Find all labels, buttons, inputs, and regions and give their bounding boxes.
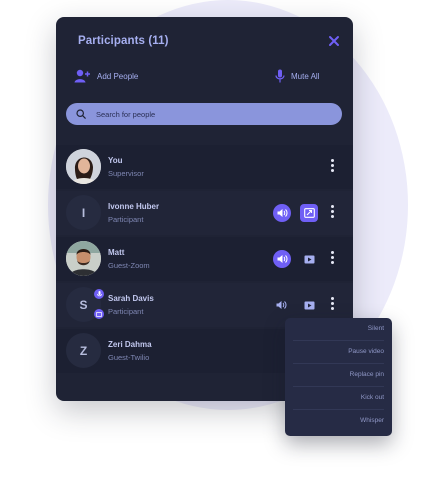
participant-role: Participant	[108, 215, 144, 224]
volume-icon	[277, 209, 287, 217]
screen-share-icon	[96, 311, 102, 317]
participant-role: Supervisor	[108, 169, 144, 178]
microphone-icon	[275, 69, 285, 83]
menu-item-replace-pin[interactable]: Replace pin	[293, 364, 384, 387]
volume-icon	[277, 255, 287, 263]
search-input[interactable]	[94, 108, 318, 120]
microphone-badge	[94, 289, 104, 299]
more-options-icon[interactable]	[328, 157, 336, 175]
participant-name: Ivonne Huber	[108, 202, 160, 211]
participant-context-menu: Silent Pause video Replace pin Kick out …	[285, 318, 392, 436]
volume-button[interactable]	[273, 296, 291, 314]
mute-all-button[interactable]: Mute All	[275, 69, 319, 83]
more-options-icon[interactable]	[328, 249, 336, 267]
participant-role: Guest-Zoom	[108, 261, 150, 270]
avatar-initial: S	[79, 297, 88, 312]
menu-item-pause-video[interactable]: Pause video	[293, 341, 384, 364]
participant-row[interactable]: I Ivonne Huber Participant	[56, 191, 353, 235]
microphone-icon	[96, 290, 102, 296]
add-user-icon	[74, 69, 90, 83]
avatar-initial: I	[81, 205, 86, 220]
screen-share-badge	[94, 309, 104, 319]
more-options-icon[interactable]	[328, 295, 336, 313]
screen-share-button[interactable]	[300, 204, 318, 222]
video-button[interactable]	[300, 296, 318, 314]
participant-row[interactable]: You Supervisor	[56, 145, 353, 189]
participant-role: Participant	[108, 307, 144, 316]
avatar	[66, 149, 101, 184]
participant-name: Matt	[108, 248, 125, 257]
add-people-label: Add People	[97, 71, 139, 81]
menu-item-silent[interactable]: Silent	[293, 318, 384, 341]
video-icon	[304, 255, 314, 263]
participant-row[interactable]: Matt Guest-Zoom	[56, 237, 353, 281]
menu-item-whisper[interactable]: Whisper	[293, 410, 384, 432]
participant-name: You	[108, 156, 123, 165]
panel-title: Participants (11)	[78, 35, 169, 47]
more-options-icon[interactable]	[328, 203, 336, 221]
video-icon	[304, 301, 314, 309]
avatar	[66, 241, 101, 276]
avatar-photo-icon	[66, 149, 101, 184]
avatar-photo-icon	[66, 241, 101, 276]
participant-role: Guest-Twilio	[108, 353, 150, 362]
participant-name: Sarah Davis	[108, 294, 154, 303]
volume-button[interactable]	[273, 204, 291, 222]
menu-item-kick-out[interactable]: Kick out	[293, 387, 384, 410]
avatar: Z	[66, 333, 101, 368]
avatar: I	[66, 195, 101, 230]
avatar-initial: Z	[79, 343, 88, 358]
add-people-button[interactable]: Add People	[74, 69, 138, 83]
volume-icon	[276, 301, 287, 309]
search-icon	[76, 109, 86, 119]
volume-button[interactable]	[273, 250, 291, 268]
close-icon[interactable]	[327, 34, 341, 48]
mute-all-label: Mute All	[291, 71, 320, 81]
search-bar[interactable]	[66, 103, 342, 125]
participant-name: Zeri Dahma	[108, 340, 152, 349]
video-button[interactable]	[300, 250, 318, 268]
screen-share-icon	[303, 208, 315, 218]
